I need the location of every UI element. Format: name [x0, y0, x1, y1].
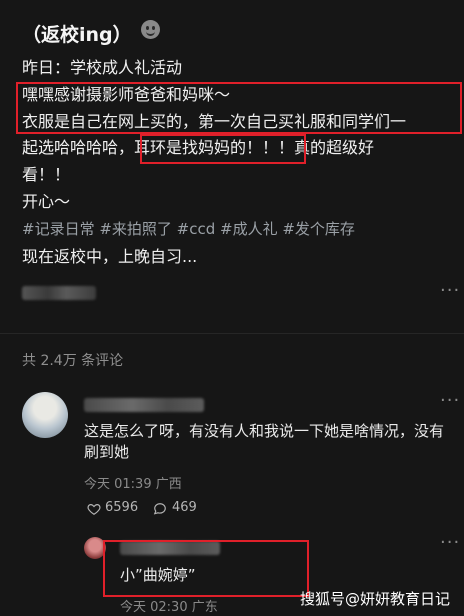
comment-more-icon[interactable]: ··· [440, 390, 460, 411]
reply-more-icon[interactable]: ··· [440, 532, 460, 553]
comment-text-line2: 刷到她 [84, 443, 130, 461]
post-line-1: 昨日：学校成人礼活动 [22, 58, 183, 77]
more-options-icon[interactable]: ··· [440, 280, 460, 301]
like-count: 6596 [105, 500, 139, 515]
highlight-box-reply [103, 540, 309, 597]
divider [0, 333, 464, 334]
post-line-6: 开心～ [22, 192, 71, 211]
post-hashtags[interactable]: #记录日常 #来拍照了 #ccd #成人礼 #发个库存 [22, 218, 355, 239]
highlight-box-earrings [140, 134, 306, 164]
comment-count: 共 2.4万 条评论 [22, 353, 124, 369]
watermark: 搜狐号@妍妍教育日记 [299, 590, 450, 608]
comment-bubble-icon[interactable] [153, 502, 167, 516]
heart-icon[interactable] [87, 502, 101, 516]
commenter-name-blurred[interactable] [84, 398, 204, 412]
comment-time: 今天 01:39 广西 [84, 477, 182, 492]
reply-count: 469 [172, 500, 197, 515]
post-title: （返校ing） [22, 24, 132, 46]
post-meta-blurred [22, 286, 96, 300]
highlight-box-thanks [16, 82, 462, 134]
post-line-5: 看！！ [22, 165, 71, 184]
reply-time: 今天 02:30 广东 [120, 600, 218, 615]
post-last-line: 现在返校中，上晚自习... [22, 247, 198, 266]
comment-text-line1: 这是怎么了呀，有没有人和我说一下她是啥情况，没有 [84, 422, 445, 440]
commenter-avatar[interactable] [22, 392, 68, 438]
emoji-face-icon [141, 20, 160, 39]
